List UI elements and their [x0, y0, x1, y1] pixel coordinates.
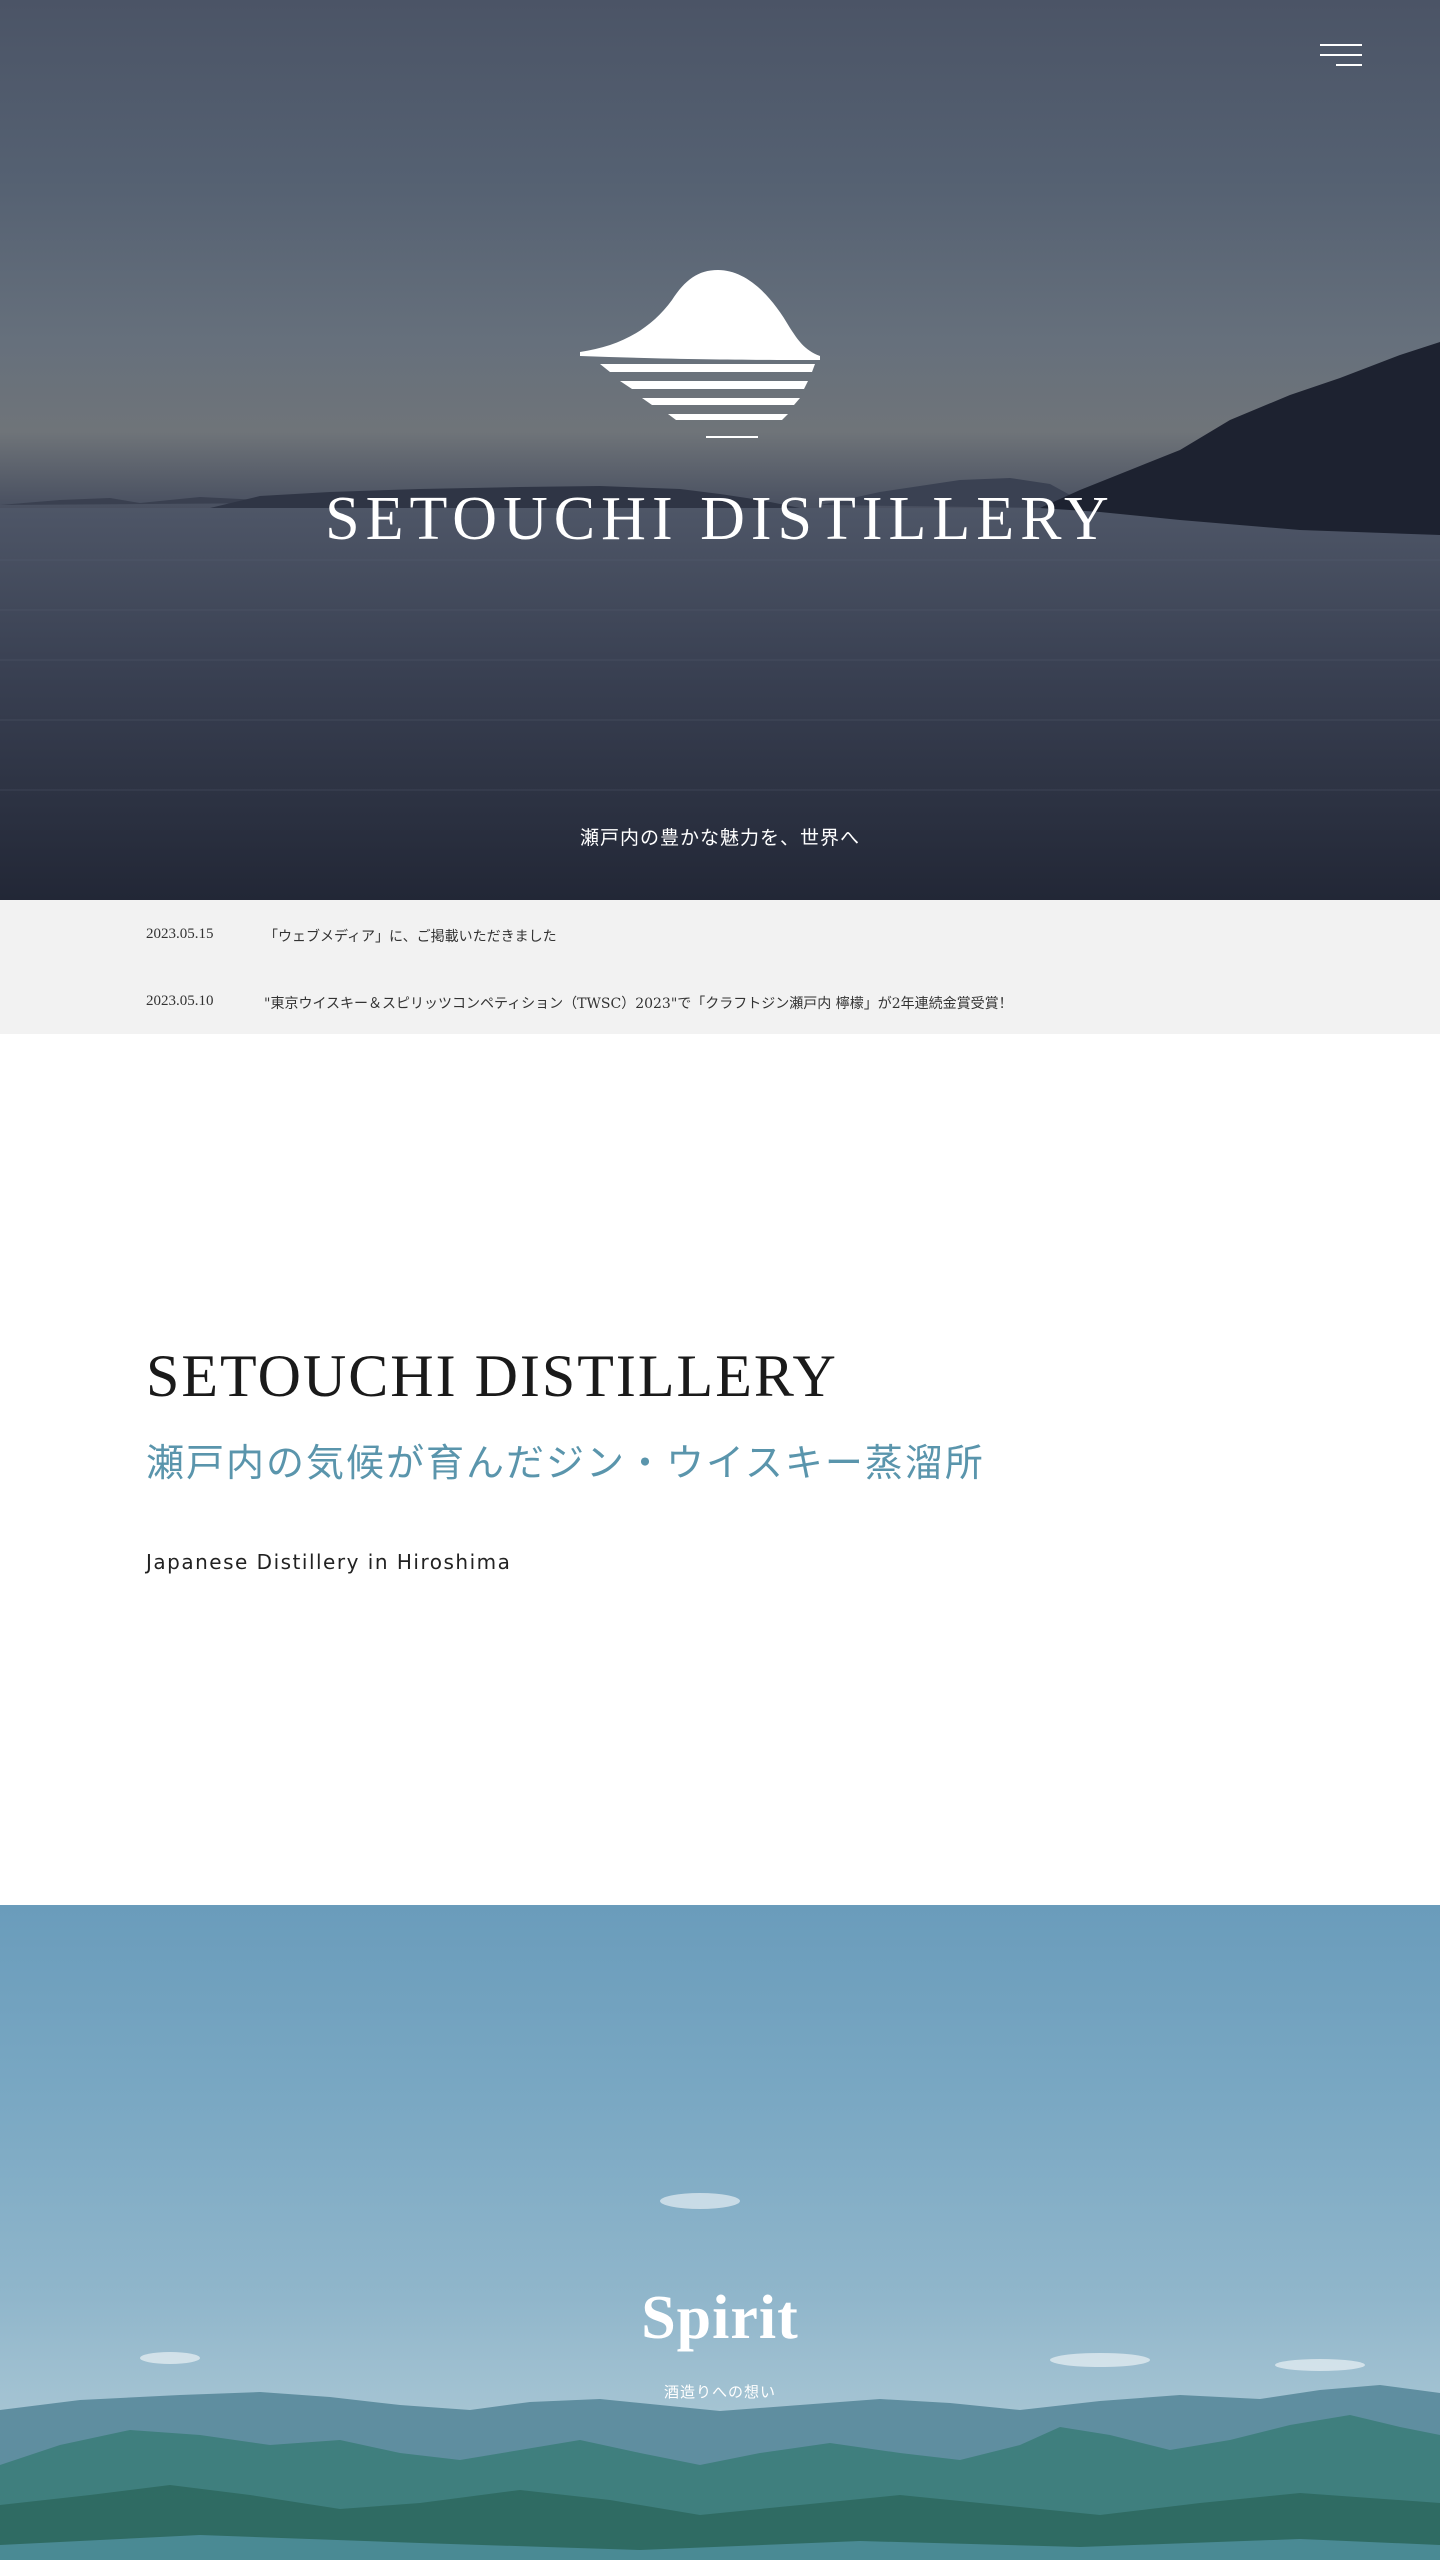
news-item[interactable]: 2023.05.10 "東京ウイスキー＆スピリッツコンペティション（TWSC）2… — [146, 989, 1346, 1019]
news-date: 2023.05.15 — [146, 926, 214, 942]
island-sun-logo-icon — [580, 270, 820, 438]
news-title[interactable]: 「ウェブメディア」に、ご掲載いただきました — [264, 926, 557, 946]
news-section: 2023.05.15 「ウェブメディア」に、ご掲載いただきました 2023.05… — [0, 900, 1440, 1034]
hamburger-menu-icon[interactable] — [1316, 40, 1362, 70]
intro-subtitle: 瀬戸内の気候が育んだジン・ウイスキー蒸溜所 — [146, 1441, 985, 1485]
sea-landscape-background — [0, 342, 1440, 900]
spirit-section[interactable]: Spirit 酒造りへの想い — [0, 1905, 1440, 2560]
intro-title: SETOUCHI DISTILLERY — [146, 1343, 838, 1409]
news-date: 2023.05.10 — [146, 993, 214, 1009]
hero-title: SETOUCHI DISTILLERY — [325, 485, 1115, 553]
spirit-title: Spirit — [641, 2284, 799, 2352]
news-title[interactable]: "東京ウイスキー＆スピリッツコンペティション（TWSC）2023"で「クラフトジ… — [264, 993, 1013, 1013]
news-item[interactable]: 2023.05.15 「ウェブメディア」に、ご掲載いただきました — [146, 922, 1346, 952]
hero-tagline: 瀬戸内の豊かな魅力を、世界へ — [579, 827, 860, 849]
island-mountains-background — [0, 2193, 1440, 2560]
spirit-subtitle: 酒造りへの想い — [663, 2383, 776, 2401]
hero-section: SETOUCHI DISTILLERY 瀬戸内の豊かな魅力を、世界へ — [0, 0, 1440, 900]
intro-caption: Japanese Distillery in Hiroshima — [146, 1550, 512, 1574]
